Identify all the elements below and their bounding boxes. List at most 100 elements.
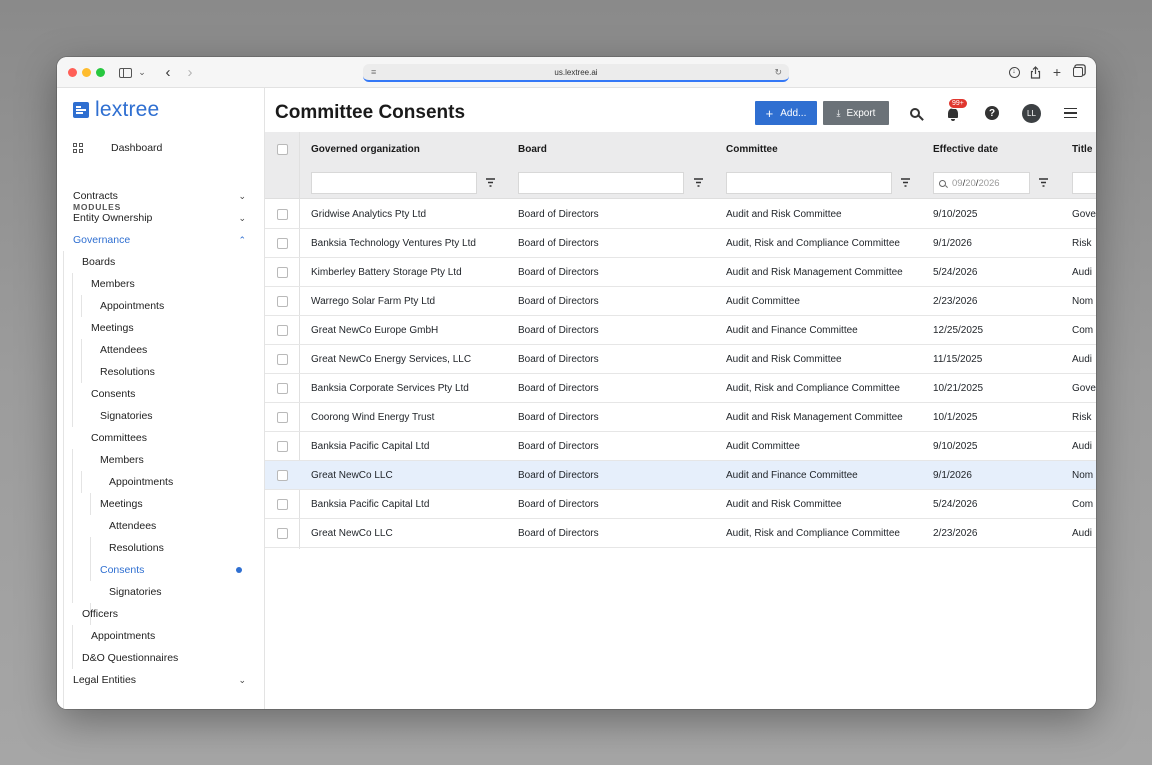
table-row[interactable]: Coorong Wind Energy Trust Board of Direct… xyxy=(265,403,1096,432)
row-checkbox[interactable] xyxy=(277,528,288,539)
add-button[interactable]: + Add... xyxy=(755,101,817,125)
minimize-window-button[interactable] xyxy=(82,68,91,77)
sidebar-item-committee-consents[interactable]: Consents xyxy=(100,559,144,581)
row-checkbox[interactable] xyxy=(277,238,288,249)
cell-organization: Banksia Technology Ventures Pty Ltd xyxy=(311,238,476,249)
sidebar-item-committee-resolutions[interactable]: Resolutions xyxy=(109,537,164,559)
plus-icon: + xyxy=(765,105,774,121)
sidebar-item-committees[interactable]: Committees xyxy=(91,427,147,449)
sidebar-item-board-members[interactable]: Members xyxy=(91,273,135,295)
committee-filter-input[interactable] xyxy=(726,172,892,194)
filter-icon[interactable] xyxy=(1038,177,1049,188)
sidebar-item-board-consents[interactable]: Consents xyxy=(91,383,135,405)
title-filter-input[interactable] xyxy=(1072,172,1096,194)
table-row[interactable]: Great NewCo LLC Board of Directors Audit a… xyxy=(265,461,1096,490)
row-checkbox[interactable] xyxy=(277,354,288,365)
tab-overview-button[interactable] xyxy=(1071,65,1085,79)
logo[interactable]: lextree xyxy=(73,98,159,121)
sidebar-item-board-resolutions[interactable]: Resolutions xyxy=(100,361,155,383)
sidebar-item-officers[interactable]: Officers xyxy=(82,603,118,625)
row-checkbox[interactable] xyxy=(277,267,288,278)
row-checkbox[interactable] xyxy=(277,209,288,220)
filter-icon[interactable] xyxy=(900,177,911,188)
downloads-button[interactable]: ↓ xyxy=(1007,65,1021,79)
row-checkbox[interactable] xyxy=(277,325,288,336)
forward-button[interactable]: › xyxy=(183,64,197,81)
table-row[interactable]: Banksia Corporate Services Pty Ltd Board … xyxy=(265,374,1096,403)
row-checkbox[interactable] xyxy=(277,296,288,307)
organization-filter-input[interactable] xyxy=(311,172,477,194)
avatar[interactable]: LL xyxy=(1022,104,1041,123)
cell-title: Nom xyxy=(1072,470,1094,481)
sidebar-item-board-attendees[interactable]: Attendees xyxy=(100,339,147,361)
cell-board: Board of Directors xyxy=(518,499,599,510)
table-row[interactable]: Great NewCo Energy Services, LLC Board of… xyxy=(265,345,1096,374)
sidebar-item-board-meetings[interactable]: Meetings xyxy=(91,317,134,339)
table-row[interactable]: Banksia Pacific Capital Ltd Board of Dire… xyxy=(265,490,1096,519)
table-row[interactable]: Banksia Pacific Capital Ltd Board of Dire… xyxy=(265,432,1096,461)
column-header-title[interactable]: Title xyxy=(1072,144,1092,155)
effective-date-filter-input[interactable]: 09/20/2026 xyxy=(933,172,1030,194)
sidebar-item-dashboard[interactable]: Dashboard xyxy=(73,142,162,154)
sidebar-item-committee-meetings[interactable]: Meetings xyxy=(100,493,143,515)
address-bar[interactable]: ≡ us.lextree.ai ↻ xyxy=(363,64,789,82)
page-menu-icon[interactable]: ≡ xyxy=(371,67,376,77)
sidebar-item-governance[interactable]: Governance ⌃ xyxy=(73,229,246,251)
row-checkbox[interactable] xyxy=(277,383,288,394)
sidebar-item-boards[interactable]: Boards xyxy=(82,251,115,273)
back-button[interactable]: ‹ xyxy=(161,64,175,81)
cell-effective-date: 9/1/2026 xyxy=(933,470,972,481)
sidebar-item-contracts[interactable]: Contracts ⌄ xyxy=(73,185,246,207)
table-row[interactable]: Great NewCo Europe GmbH Board of Director… xyxy=(265,316,1096,345)
help-button[interactable]: ? xyxy=(984,105,1000,121)
cell-organization: Banksia Pacific Capital Ltd xyxy=(311,441,430,452)
filter-icon[interactable] xyxy=(693,177,704,188)
sidebar-item-label: Governance xyxy=(73,234,131,246)
column-header-effective-date[interactable]: Effective date xyxy=(933,144,998,155)
column-header-board[interactable]: Board xyxy=(518,144,547,155)
sidebar-item-do-questionnaires[interactable]: D&O Questionnaires xyxy=(82,647,178,669)
table-row[interactable]: Banksia Technology Ventures Pty Ltd Board… xyxy=(265,229,1096,258)
sidebar-item-board-appointments[interactable]: Appointments xyxy=(100,295,164,317)
cell-committee: Audit and Finance Committee xyxy=(726,325,858,336)
export-button[interactable]: ⤓ Export xyxy=(823,101,889,125)
menu-button[interactable] xyxy=(1062,105,1078,121)
sidebar-item-committee-appointments[interactable]: Appointments xyxy=(109,471,173,493)
cell-effective-date: 2/23/2026 xyxy=(933,296,978,307)
board-filter-input[interactable] xyxy=(518,172,684,194)
close-window-button[interactable] xyxy=(68,68,77,77)
cell-committee: Audit, Risk and Compliance Committee xyxy=(726,383,900,394)
row-checkbox[interactable] xyxy=(277,470,288,481)
cell-committee: Audit, Risk and Compliance Committee xyxy=(726,528,900,539)
row-checkbox[interactable] xyxy=(277,441,288,452)
sidebar-item-entity-ownership[interactable]: Entity Ownership ⌄ xyxy=(73,207,246,229)
add-button-label: Add... xyxy=(780,107,807,119)
reload-icon[interactable]: ↻ xyxy=(774,67,782,78)
sidebar-item-committee-members[interactable]: Members xyxy=(100,449,144,471)
sidebar-item-board-signatories[interactable]: Signatories xyxy=(100,405,153,427)
row-checkbox[interactable] xyxy=(277,412,288,423)
zoom-window-button[interactable] xyxy=(96,68,105,77)
column-header-organization[interactable]: Governed organization xyxy=(311,144,420,155)
download-icon: ↓ xyxy=(1008,66,1020,78)
table-row[interactable]: Warrego Solar Farm Pty Ltd Board of Direc… xyxy=(265,287,1096,316)
browser-toolbar: ⌄ ‹ › ≡ us.lextree.ai ↻ ↓ + xyxy=(57,57,1096,88)
sidebar-toggle-icon[interactable] xyxy=(118,64,132,81)
search-button[interactable] xyxy=(907,105,923,121)
sidebar-item-officer-appointments[interactable]: Appointments xyxy=(91,625,155,647)
row-checkbox[interactable] xyxy=(277,499,288,510)
sidebar-item-committee-signatories[interactable]: Signatories xyxy=(109,581,162,603)
share-button[interactable] xyxy=(1028,65,1042,79)
column-header-committee[interactable]: Committee xyxy=(726,144,778,155)
select-all-checkbox[interactable] xyxy=(277,144,288,155)
table-row[interactable]: Great NewCo LLC Board of Directors Audit, … xyxy=(265,519,1096,548)
cell-title: Audi xyxy=(1072,441,1093,452)
filter-icon[interactable] xyxy=(485,177,496,188)
chevron-down-icon[interactable]: ⌄ xyxy=(137,64,147,81)
table-row[interactable]: Kimberley Battery Storage Pty Ltd Board o… xyxy=(265,258,1096,287)
table-row[interactable]: Gridwise Analytics Pty Ltd Board of Direc… xyxy=(265,200,1096,229)
cell-board: Board of Directors xyxy=(518,209,599,220)
new-tab-button[interactable]: + xyxy=(1050,64,1064,80)
sidebar-item-committee-attendees[interactable]: Attendees xyxy=(109,515,156,537)
sidebar-item-legal-entities[interactable]: Legal Entities ⌄ xyxy=(73,669,246,691)
